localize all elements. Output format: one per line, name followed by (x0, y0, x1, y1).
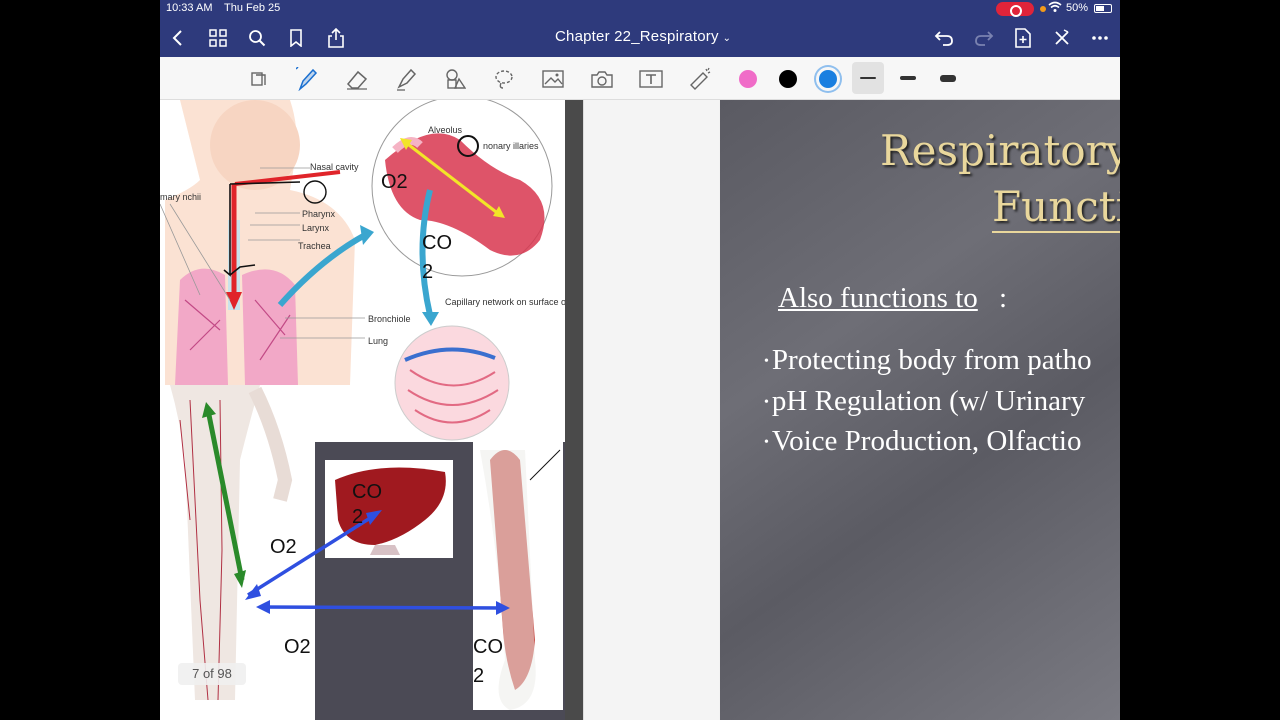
stroke-medium-line (900, 76, 916, 80)
annotation-co2-liver: CO 2 (352, 481, 382, 528)
color-black-swatch[interactable] (779, 70, 797, 88)
slide-title-line2: Functi (992, 182, 1120, 233)
label-capillary-network: Capillary network on surface of alveolus (445, 297, 565, 307)
label-bronchiole: Bronchiole (368, 314, 411, 324)
label-trachea: Trachea (298, 241, 331, 251)
notebook-page[interactable]: Nasal cavity Pharynx Larynx Trachea Bron… (160, 100, 565, 720)
document-title-text: Chapter 22_Respiratory (555, 28, 719, 45)
slide-subtitle: Also functions to (778, 282, 978, 314)
document-title[interactable]: Chapter 22_Respiratory ⌄ (555, 28, 731, 45)
slide-bullet-text: Voice Production, Olfactio (771, 425, 1082, 457)
cyan-arrowhead-2 (422, 312, 439, 326)
navigation-bar: Chapter 22_Respiratory ⌄ (160, 18, 1120, 57)
right-lung (242, 269, 298, 385)
wifi-icon (1048, 1, 1062, 16)
image-icon[interactable] (540, 66, 566, 92)
bookmark-icon[interactable] (284, 26, 308, 50)
label-alveolus: Alveolus (428, 125, 463, 135)
status-bar: 10:33 AM Thu Feb 25 50% (160, 0, 1120, 18)
cyan-arrowhead-1 (360, 225, 374, 245)
lasso-icon[interactable] (491, 66, 517, 92)
battery-icon (1094, 4, 1112, 13)
add-page-icon[interactable] (1011, 26, 1035, 50)
status-time: 10:33 AM (166, 2, 213, 14)
annotation-o2-bottom: O2 (284, 636, 311, 658)
label-bronchi: mary nchii (160, 192, 201, 202)
back-icon[interactable] (166, 26, 190, 50)
anatomy-diagram: Nasal cavity Pharynx Larynx Trachea Bron… (160, 100, 565, 720)
blank-page-area[interactable] (583, 100, 719, 720)
close-toolbar-icon[interactable] (1050, 26, 1074, 50)
annotation-o2-top: O2 (381, 171, 408, 193)
left-lung (175, 268, 228, 385)
annotation-toolbar (160, 57, 1120, 100)
label-nasal-cavity: Nasal cavity (310, 162, 359, 172)
redo-icon[interactable] (972, 26, 996, 50)
text-icon[interactable] (638, 66, 664, 92)
color-pink-swatch[interactable] (739, 70, 757, 88)
liver-vessel (370, 545, 400, 555)
pen-icon[interactable] (294, 66, 320, 92)
grid-view-icon[interactable] (206, 26, 230, 50)
stroke-thick-line (940, 74, 956, 82)
search-icon[interactable] (245, 26, 269, 50)
label-pharynx: Pharynx (302, 209, 336, 219)
page-gutter (565, 100, 583, 720)
slide-bullet: • pH Regulation (w/ Urinary (764, 385, 1086, 417)
highlighter-icon[interactable] (393, 66, 419, 92)
stroke-thick-button[interactable] (932, 62, 964, 94)
color-blue-swatch-selected[interactable] (819, 70, 837, 88)
label-lung: Lung (368, 336, 388, 346)
slide-subtitle-colon: : (999, 282, 1008, 314)
undo-icon[interactable] (932, 26, 956, 50)
ipad-screen: 10:33 AM Thu Feb 25 50% Chapter 22_Respi… (160, 0, 1120, 720)
stroke-medium-button[interactable] (892, 62, 924, 94)
more-options-icon[interactable] (1088, 26, 1112, 50)
stroke-thin-button[interactable] (852, 62, 884, 94)
eraser-icon[interactable] (344, 66, 370, 92)
share-icon[interactable] (324, 26, 348, 50)
slide-bullet-text: pH Regulation (w/ Urinary (771, 385, 1086, 417)
lasso-shapes-icon[interactable] (246, 66, 272, 92)
laser-pointer-icon[interactable] (687, 66, 713, 92)
slide-bullet: • Protecting body from patho (764, 344, 1092, 376)
stroke-thin-line (860, 77, 876, 79)
slide-title-line1: Respiratory (880, 126, 1120, 175)
blue-arrow-muscle (259, 605, 506, 610)
screen-record-icon[interactable] (996, 2, 1034, 17)
annotation-co2-top: CO 2 (422, 232, 452, 283)
status-date: Thu Feb 25 (224, 2, 281, 14)
label-capillaries: nonary illaries (483, 141, 539, 151)
page-count-badge: 7 of 98 (178, 663, 246, 685)
shapes-icon[interactable] (442, 66, 468, 92)
annotation-co2-muscle: CO 2 (473, 636, 503, 687)
slide-bullet: • Voice Production, Olfactio (764, 425, 1082, 457)
embedded-slide[interactable]: Respiratory Functi Also functions to : •… (720, 100, 1120, 720)
label-larynx: Larynx (302, 223, 330, 233)
battery-percent: 50% (1066, 2, 1089, 14)
mic-indicator-icon (1040, 6, 1046, 12)
slide-bullet-text: Protecting body from patho (771, 344, 1092, 376)
chevron-down-icon: ⌄ (722, 33, 732, 44)
camera-icon[interactable] (589, 66, 615, 92)
annotation-o2-mid: O2 (270, 536, 297, 558)
